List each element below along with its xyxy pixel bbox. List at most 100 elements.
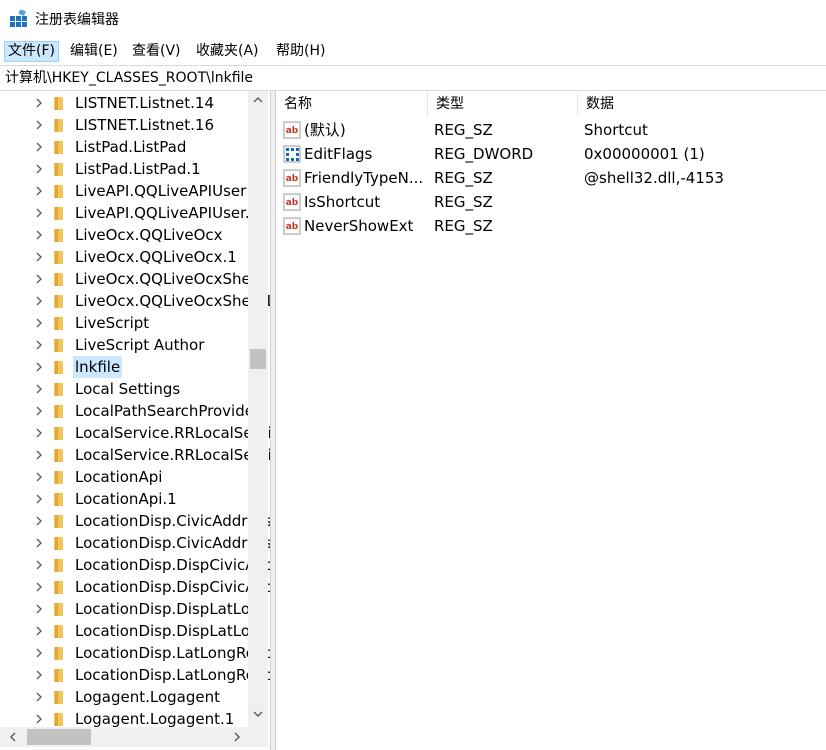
expand-chevron-icon[interactable] xyxy=(33,119,45,131)
address-path[interactable]: 计算机\HKEY_CLASSES_ROOT\lnkfile xyxy=(5,66,253,90)
expand-chevron-icon[interactable] xyxy=(33,273,45,285)
tree-vertical-scrollbar[interactable] xyxy=(248,91,268,731)
expand-chevron-icon[interactable] xyxy=(33,515,45,527)
expand-chevron-icon[interactable] xyxy=(33,581,45,593)
folder-icon xyxy=(54,383,63,396)
tree-item[interactable]: LocationDisp.DispLatLong.1 xyxy=(0,620,270,642)
tree-item[interactable]: LocationDisp.LatLongReport.1 xyxy=(0,664,270,686)
tree-item[interactable]: LiveOcx.QQLiveOcxShell.1 xyxy=(0,290,270,312)
tree-item[interactable]: LISTNET.Listnet.14 xyxy=(0,92,248,114)
tree-item[interactable]: ListPad.ListPad.1 xyxy=(0,158,248,180)
expand-chevron-icon[interactable] xyxy=(33,559,45,571)
folder-icon xyxy=(54,207,63,220)
menu-favorites[interactable]: 收藏夹(A) xyxy=(193,41,262,62)
tree-item[interactable]: LocationDisp.DispCivicAddress xyxy=(0,554,270,576)
expand-chevron-icon[interactable] xyxy=(33,449,45,461)
folder-icon xyxy=(54,273,63,286)
value-row[interactable]: ab NeverShowExt REG_SZ xyxy=(276,214,826,238)
tree-item[interactable]: LocationApi xyxy=(0,466,248,488)
tree-item[interactable]: LocationDisp.CivicAddress xyxy=(0,510,270,532)
tree-item[interactable]: LiveAPI.QQLiveAPIUser xyxy=(0,180,248,202)
tree-item-label: LiveAPI.QQLiveAPIUser.1 xyxy=(75,204,260,222)
svg-text:ab: ab xyxy=(286,198,299,208)
expand-chevron-icon[interactable] xyxy=(33,207,45,219)
menu-help[interactable]: 帮助(H) xyxy=(273,41,328,62)
tree-vertical-scroll-thumb[interactable] xyxy=(250,349,266,369)
expand-chevron-icon[interactable] xyxy=(33,163,45,175)
key-tree-pane[interactable]: LISTNET.Listnet.14 LISTNET.Listnet.16 List… xyxy=(0,91,270,750)
scroll-up-icon[interactable] xyxy=(248,91,268,109)
svg-text:ab: ab xyxy=(286,222,299,232)
tree-item[interactable]: Local Settings xyxy=(0,378,248,400)
column-header-name[interactable]: 名称 xyxy=(276,91,428,117)
tree-item-label: LocalService.RRLocalService xyxy=(75,424,270,442)
tree-item[interactable]: LiveOcx.QQLiveOcx xyxy=(0,224,248,246)
tree-horizontal-scrollbar[interactable] xyxy=(0,727,248,747)
expand-chevron-icon[interactable] xyxy=(33,229,45,241)
tree-item[interactable]: LiveAPI.QQLiveAPIUser.1 xyxy=(0,202,259,224)
expand-chevron-icon[interactable] xyxy=(33,251,45,263)
expand-chevron-icon[interactable] xyxy=(33,295,45,307)
folder-icon xyxy=(54,295,63,308)
menu-view[interactable]: 查看(V) xyxy=(129,41,184,62)
value-row[interactable]: ab FriendlyTypeN... REG_SZ @shell32.dll,-41… xyxy=(276,166,826,190)
tree-item-label: lnkfile xyxy=(73,356,123,378)
tree-item-label: LiveScript xyxy=(75,314,150,332)
tree-item[interactable]: LocalService.RRLocalService.1 xyxy=(0,444,270,466)
column-header-type[interactable]: 类型 xyxy=(428,91,578,117)
scroll-down-icon[interactable] xyxy=(248,705,268,723)
expand-chevron-icon[interactable] xyxy=(33,603,45,615)
expand-chevron-icon[interactable] xyxy=(33,427,45,439)
expand-chevron-icon[interactable] xyxy=(33,383,45,395)
scroll-right-icon[interactable] xyxy=(228,727,246,747)
expand-chevron-icon[interactable] xyxy=(33,691,45,703)
tree-item[interactable]: LocationApi.1 xyxy=(0,488,248,510)
folder-icon xyxy=(54,97,63,110)
tree-item[interactable]: lnkfile xyxy=(0,356,248,378)
tree-item[interactable]: LiveScript Author xyxy=(0,334,248,356)
expand-chevron-icon[interactable] xyxy=(33,339,45,351)
tree-item[interactable]: LiveOcx.QQLiveOcx.1 xyxy=(0,246,248,268)
tree-item-label: LocationDisp.DispCivicAddress xyxy=(75,556,270,574)
scroll-left-icon[interactable] xyxy=(4,727,22,747)
expand-chevron-icon[interactable] xyxy=(33,361,45,373)
expand-chevron-icon[interactable] xyxy=(33,141,45,153)
expand-chevron-icon[interactable] xyxy=(33,669,45,681)
column-header-data[interactable]: 数据 xyxy=(578,91,826,117)
value-row[interactable]: ab IsShortcut REG_SZ xyxy=(276,190,826,214)
value-row[interactable]: ab (默认) REG_SZ Shortcut xyxy=(276,118,826,142)
expand-chevron-icon[interactable] xyxy=(33,647,45,659)
folder-icon xyxy=(54,625,63,638)
tree-item[interactable]: LocationDisp.DispLatLong xyxy=(0,598,269,620)
expand-chevron-icon[interactable] xyxy=(33,713,45,725)
tree-item[interactable]: LiveScript xyxy=(0,312,248,334)
value-type: REG_SZ xyxy=(434,121,493,139)
expand-chevron-icon[interactable] xyxy=(33,97,45,109)
tree-item[interactable]: Logagent.Logagent xyxy=(0,686,248,708)
tree-horizontal-scroll-thumb[interactable] xyxy=(27,729,91,745)
values-list-pane[interactable]: 名称 类型 数据 ab (默认) REG_SZ Shortcut EditFlags RE… xyxy=(276,91,826,750)
menu-edit[interactable]: 编辑(E) xyxy=(67,41,121,62)
tree-item[interactable]: LocationDisp.DispCivicAddress.1 xyxy=(0,576,270,598)
value-row[interactable]: EditFlags REG_DWORD 0x00000001 (1) xyxy=(276,142,826,166)
value-type: REG_SZ xyxy=(434,217,493,235)
folder-icon xyxy=(54,713,63,726)
tree-item[interactable]: LiveOcx.QQLiveOcxShell xyxy=(0,268,259,290)
menu-file[interactable]: 文件(F) xyxy=(4,41,59,62)
expand-chevron-icon[interactable] xyxy=(33,625,45,637)
expand-chevron-icon[interactable] xyxy=(33,185,45,197)
folder-icon xyxy=(54,405,63,418)
expand-chevron-icon[interactable] xyxy=(33,537,45,549)
tree-item[interactable]: LocalService.RRLocalService xyxy=(0,422,270,444)
expand-chevron-icon[interactable] xyxy=(33,493,45,505)
expand-chevron-icon[interactable] xyxy=(33,405,45,417)
expand-chevron-icon[interactable] xyxy=(33,471,45,483)
address-bar[interactable]: 计算机\HKEY_CLASSES_ROOT\lnkfile xyxy=(0,65,826,91)
tree-item[interactable]: LocationDisp.LatLongReport xyxy=(0,642,270,664)
tree-item[interactable]: LISTNET.Listnet.16 xyxy=(0,114,248,136)
tree-item[interactable]: LocationDisp.CivicAddress.1 xyxy=(0,532,270,554)
expand-chevron-icon[interactable] xyxy=(33,317,45,329)
tree-item[interactable]: LocalPathSearchProvider xyxy=(0,400,260,422)
tree-item[interactable]: ListPad.ListPad xyxy=(0,136,248,158)
string-value-icon: ab xyxy=(283,193,301,211)
